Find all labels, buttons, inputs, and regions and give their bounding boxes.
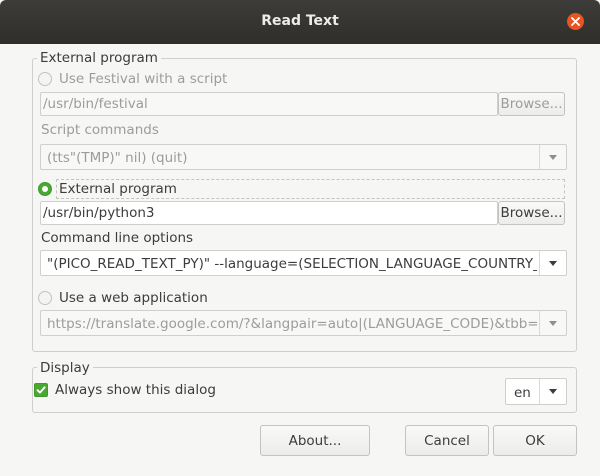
title-bar: Read Text [0,0,600,44]
script-commands-label: Script commands [41,122,159,138]
external-browse-button[interactable]: Browse... [498,201,565,225]
command-line-options-dropdown[interactable] [539,251,566,275]
always-show-checkbox[interactable] [34,383,48,397]
web-application-dropdown[interactable] [539,311,566,335]
web-application-radio-label: Use a web application [59,290,208,306]
external-program-radio[interactable] [38,182,52,196]
window-title: Read Text [261,13,339,29]
external-program-radio-label: External program [59,181,177,197]
chevron-down-icon [549,155,557,160]
always-show-label: Always show this dialog [55,382,216,398]
web-application-radio[interactable] [38,291,52,305]
chevron-down-icon [549,389,557,394]
chevron-down-icon [549,261,557,266]
language-combo[interactable]: en [505,378,567,405]
close-button[interactable] [567,13,584,30]
language-value: en [514,385,531,401]
festival-browse-button[interactable]: Browse... [498,92,565,116]
festival-radio[interactable] [38,72,52,86]
external-program-path-field[interactable]: /usr/bin/python3 [40,201,498,225]
festival-radio-label: Use Festival with a script [59,71,228,87]
script-commands-combo[interactable]: (tts"(TMP)" nil) (quit) [40,144,567,170]
ok-button[interactable]: OK [493,425,577,456]
close-icon [571,17,580,26]
script-commands-value: (tts"(TMP)" nil) (quit) [47,150,188,166]
cancel-button[interactable]: Cancel [405,425,489,456]
about-button[interactable]: About... [260,425,370,456]
web-application-combo[interactable]: https://translate.google.com/?&langpair=… [40,310,567,336]
festival-path-field[interactable]: /usr/bin/festival [40,92,498,116]
checkmark-icon [36,386,46,394]
command-line-options-label: Command line options [41,230,194,246]
language-dropdown[interactable] [539,379,566,404]
web-application-url: https://translate.google.com/?&langpair=… [47,316,537,332]
external-program-legend: External program [37,50,161,66]
display-legend: Display [37,360,93,376]
script-commands-dropdown[interactable] [539,145,566,169]
command-line-options-combo[interactable]: "(PICO_READ_TEXT_PY)" --language=(SELECT… [40,250,567,276]
command-line-options-value: "(PICO_READ_TEXT_PY)" --language=(SELECT… [47,256,537,272]
chevron-down-icon [549,321,557,326]
